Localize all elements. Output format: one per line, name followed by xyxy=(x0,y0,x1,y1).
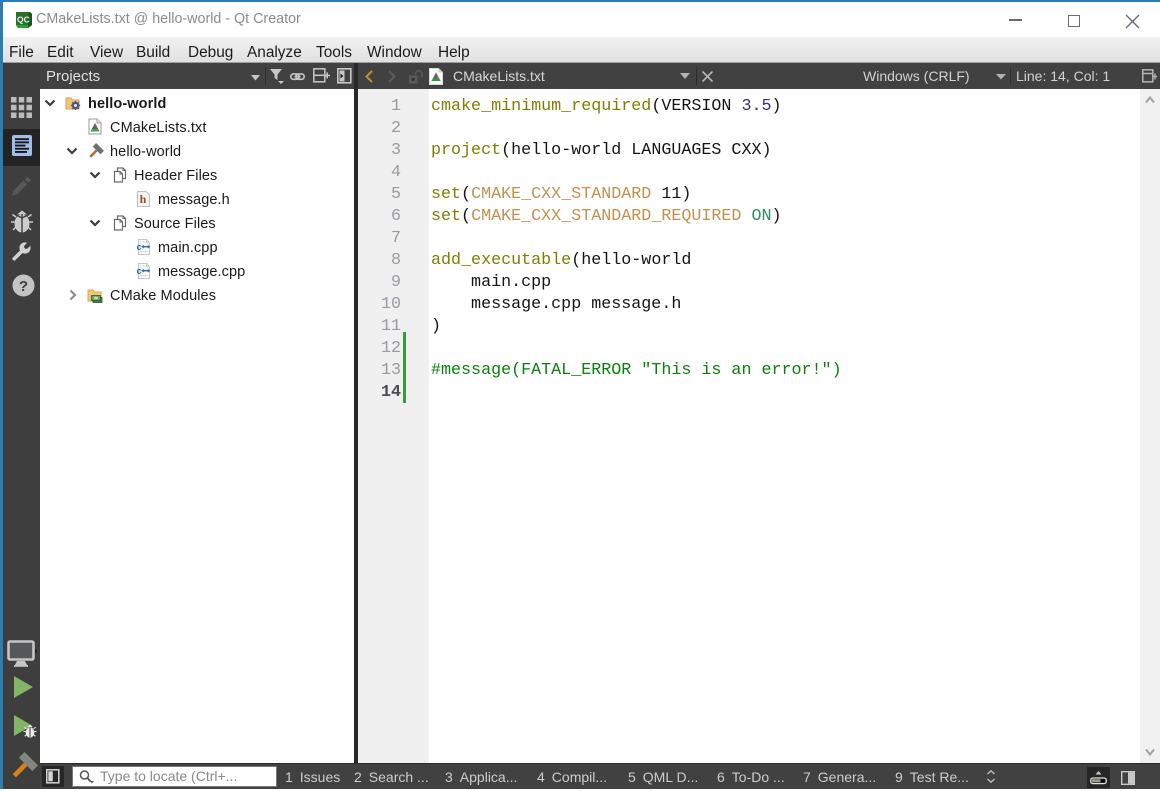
svg-text:?: ? xyxy=(19,278,28,295)
svg-text:QC: QC xyxy=(17,15,30,25)
svg-text:c: c xyxy=(137,266,142,276)
svg-text:h: h xyxy=(140,192,147,206)
svg-text:c: c xyxy=(137,242,142,252)
